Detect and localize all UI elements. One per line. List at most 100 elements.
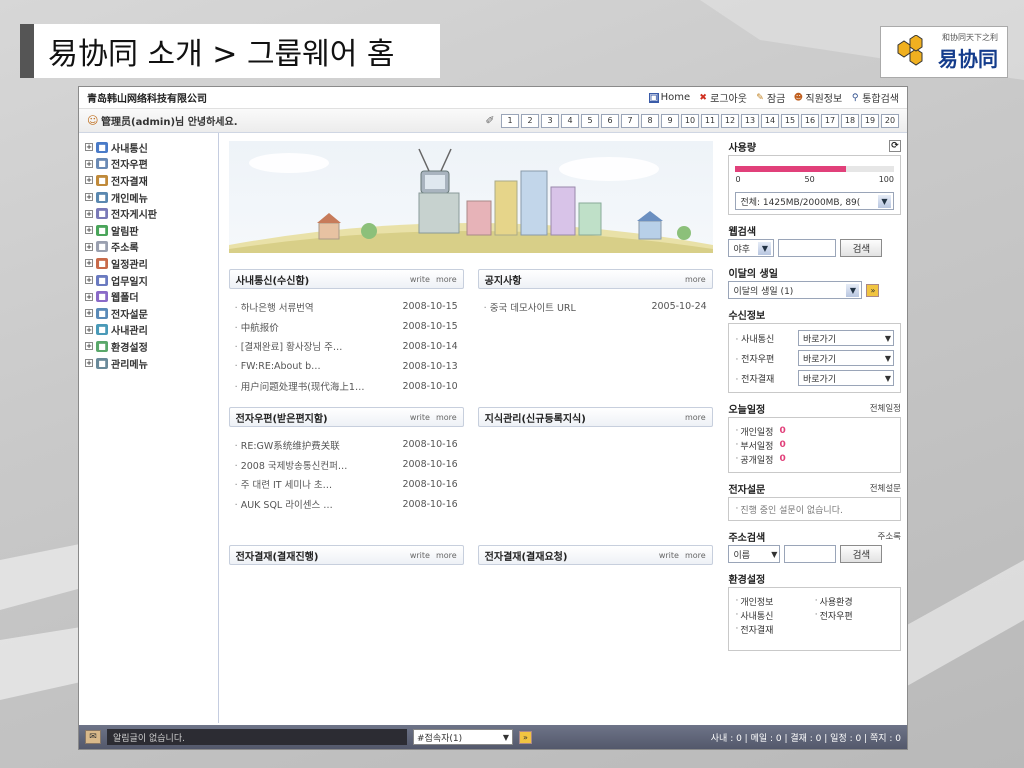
all-schedule-link[interactable]: 전체일정 <box>870 402 901 414</box>
list-item[interactable]: 하나은행 서류번역 2008-10-15 <box>235 297 458 317</box>
schedule-row[interactable]: 부서일정 0 <box>735 438 894 452</box>
expand-plus-icon[interactable]: + <box>85 159 93 168</box>
shortcut-select[interactable]: 바로가기 ▼ <box>798 330 894 346</box>
address-search-button[interactable]: 검색 <box>840 545 883 563</box>
expand-plus-icon[interactable]: + <box>85 193 93 202</box>
page-button[interactable]: 14 <box>761 113 779 128</box>
page-button[interactable]: 20 <box>881 113 899 128</box>
sidebar-item[interactable]: + ■ 전자설문 <box>85 305 218 322</box>
nav-lock[interactable]: ✎ 잠금 <box>755 90 785 106</box>
panel-more-link[interactable]: more <box>436 413 457 422</box>
settings-link[interactable]: 사내통신 <box>735 608 814 622</box>
panel-more-link[interactable]: more <box>685 413 706 422</box>
page-button[interactable]: 18 <box>841 113 859 128</box>
list-item[interactable]: RE:GW系统维护费关联 2008-10-16 <box>235 435 458 455</box>
page-button[interactable]: 15 <box>781 113 799 128</box>
sidebar-item[interactable]: + ■ 주소록 <box>85 239 218 256</box>
websearch-button[interactable]: 검색 <box>840 239 883 257</box>
schedule-row[interactable]: 공개일정 0 <box>735 452 894 466</box>
sidebar-item[interactable]: + ■ 일정관리 <box>85 255 218 272</box>
panel-more-link[interactable]: more <box>685 275 706 284</box>
nav-logout[interactable]: ✖ 로그아웃 <box>698 90 747 106</box>
address-book-link[interactable]: 주소록 <box>878 530 901 542</box>
page-button[interactable]: 12 <box>721 113 739 128</box>
nav-integrated-search[interactable]: ⚲ 통합검색 <box>850 90 899 106</box>
shortcut-select[interactable]: 바로가기 ▼ <box>798 350 894 366</box>
settings-link[interactable]: 전자우편 <box>815 608 894 622</box>
panel-write-link[interactable]: write <box>659 551 679 560</box>
expand-plus-icon[interactable]: + <box>85 242 93 251</box>
expand-plus-icon[interactable]: + <box>85 325 93 334</box>
panel-write-link[interactable]: write <box>410 551 430 560</box>
list-item[interactable]: AUK SQL 라이센스 … 2008-10-16 <box>235 494 458 514</box>
page-button[interactable]: 5 <box>581 113 599 128</box>
shortcut-select[interactable]: 바로가기 ▼ <box>798 370 894 386</box>
address-field-select[interactable]: 이름 ▼ <box>728 545 781 563</box>
sidebar-item-label: 알림판 <box>111 226 139 238</box>
list-item[interactable]: 2008 국제방송통신컨퍼… 2008-10-16 <box>235 455 458 475</box>
page-button[interactable]: 3 <box>541 113 559 128</box>
panel-write-link[interactable]: write <box>410 275 430 284</box>
page-button[interactable]: 2 <box>521 113 539 128</box>
list-item[interactable]: [결재완료] 황사장님 주… 2008-10-14 <box>235 337 458 357</box>
expand-plus-icon[interactable]: + <box>85 292 93 301</box>
settings-link[interactable]: 사용환경 <box>815 594 894 608</box>
panel-more-link[interactable]: more <box>685 551 706 560</box>
expand-plus-icon[interactable]: + <box>85 342 93 351</box>
sidebar-item[interactable]: + ■ 환경설정 <box>85 338 218 355</box>
page-button[interactable]: 11 <box>701 113 719 128</box>
sidebar-item[interactable]: + ■ 관리메뉴 <box>85 355 218 372</box>
websearch-input[interactable] <box>778 239 837 257</box>
sidebar-item[interactable]: + ■ 전자우편 <box>85 156 218 173</box>
page-button[interactable]: 8 <box>641 113 659 128</box>
page-button[interactable]: 13 <box>741 113 759 128</box>
all-survey-link[interactable]: 전체설문 <box>870 482 901 494</box>
expand-plus-icon[interactable]: + <box>85 259 93 268</box>
sidebar-item[interactable]: + ■ 사내관리 <box>85 322 218 339</box>
expand-plus-icon[interactable]: + <box>85 176 93 185</box>
sidebar-item[interactable]: + ■ 알림판 <box>85 222 218 239</box>
nav-employee-info[interactable]: ☻ 직원정보 <box>793 90 843 106</box>
page-button[interactable]: 9 <box>661 113 679 128</box>
sidebar-item[interactable]: + ■ 전자결재 <box>85 172 218 189</box>
expand-plus-icon[interactable]: + <box>85 226 93 235</box>
expand-plus-icon[interactable]: + <box>85 276 93 285</box>
list-item[interactable]: 中航报价 2008-10-15 <box>235 317 458 337</box>
page-button[interactable]: 6 <box>601 113 619 128</box>
address-search-input[interactable] <box>784 545 837 563</box>
panel-more-link[interactable]: more <box>436 551 457 560</box>
page-button[interactable]: 1 <box>501 113 519 128</box>
sidebar-item[interactable]: + ■ 업무일지 <box>85 272 218 289</box>
usage-select[interactable]: 전체: 1425MB/2000MB, 89( ▼ <box>735 192 894 210</box>
panel-more-link[interactable]: more <box>436 275 457 284</box>
search-engine-select[interactable]: 야후 ▼ <box>728 239 775 257</box>
sidebar-item[interactable]: + ■ 웹폴더 <box>85 288 218 305</box>
sidebar-item[interactable]: + ■ 개인메뉴 <box>85 189 218 206</box>
list-item[interactable]: 用户问题处理书(现代海上1… 2008-10-10 <box>235 376 458 396</box>
page-button[interactable]: 4 <box>561 113 579 128</box>
panel-write-link[interactable]: write <box>410 413 430 422</box>
page-button[interactable]: 17 <box>821 113 839 128</box>
expand-plus-icon[interactable]: + <box>85 143 93 152</box>
expand-plus-icon[interactable]: + <box>85 359 93 368</box>
list-item[interactable]: FW:RE:About b… 2008-10-13 <box>235 356 458 376</box>
page-button[interactable]: 16 <box>801 113 819 128</box>
settings-link[interactable]: 전자결재 <box>735 622 814 636</box>
list-item[interactable]: 중국 데모사이트 URL 2005-10-24 <box>484 297 707 317</box>
birthday-go-icon[interactable]: » <box>866 283 880 297</box>
refresh-icon[interactable]: ⟳ <box>889 140 901 152</box>
nav-home[interactable]: ▣ Home <box>648 92 690 103</box>
page-button[interactable]: 7 <box>621 113 639 128</box>
page-button[interactable]: 19 <box>861 113 879 128</box>
settings-link[interactable]: 개인정보 <box>735 594 814 608</box>
sidebar-item[interactable]: + ■ 사내통신 <box>85 139 218 156</box>
sidebar-item[interactable]: + ■ 전자게시판 <box>85 205 218 222</box>
online-go-icon[interactable]: » <box>519 730 532 744</box>
expand-plus-icon[interactable]: + <box>85 309 93 318</box>
list-item[interactable]: 주 대련 IT 세미나 초… 2008-10-16 <box>235 475 458 495</box>
page-button[interactable]: 10 <box>681 113 699 128</box>
schedule-row[interactable]: 개인일정 0 <box>735 424 894 438</box>
online-users-select[interactable]: #접속자(1) ▼ <box>413 729 513 745</box>
birthday-select[interactable]: 이달의 생일 (1) ▼ <box>728 281 863 299</box>
expand-plus-icon[interactable]: + <box>85 209 93 218</box>
